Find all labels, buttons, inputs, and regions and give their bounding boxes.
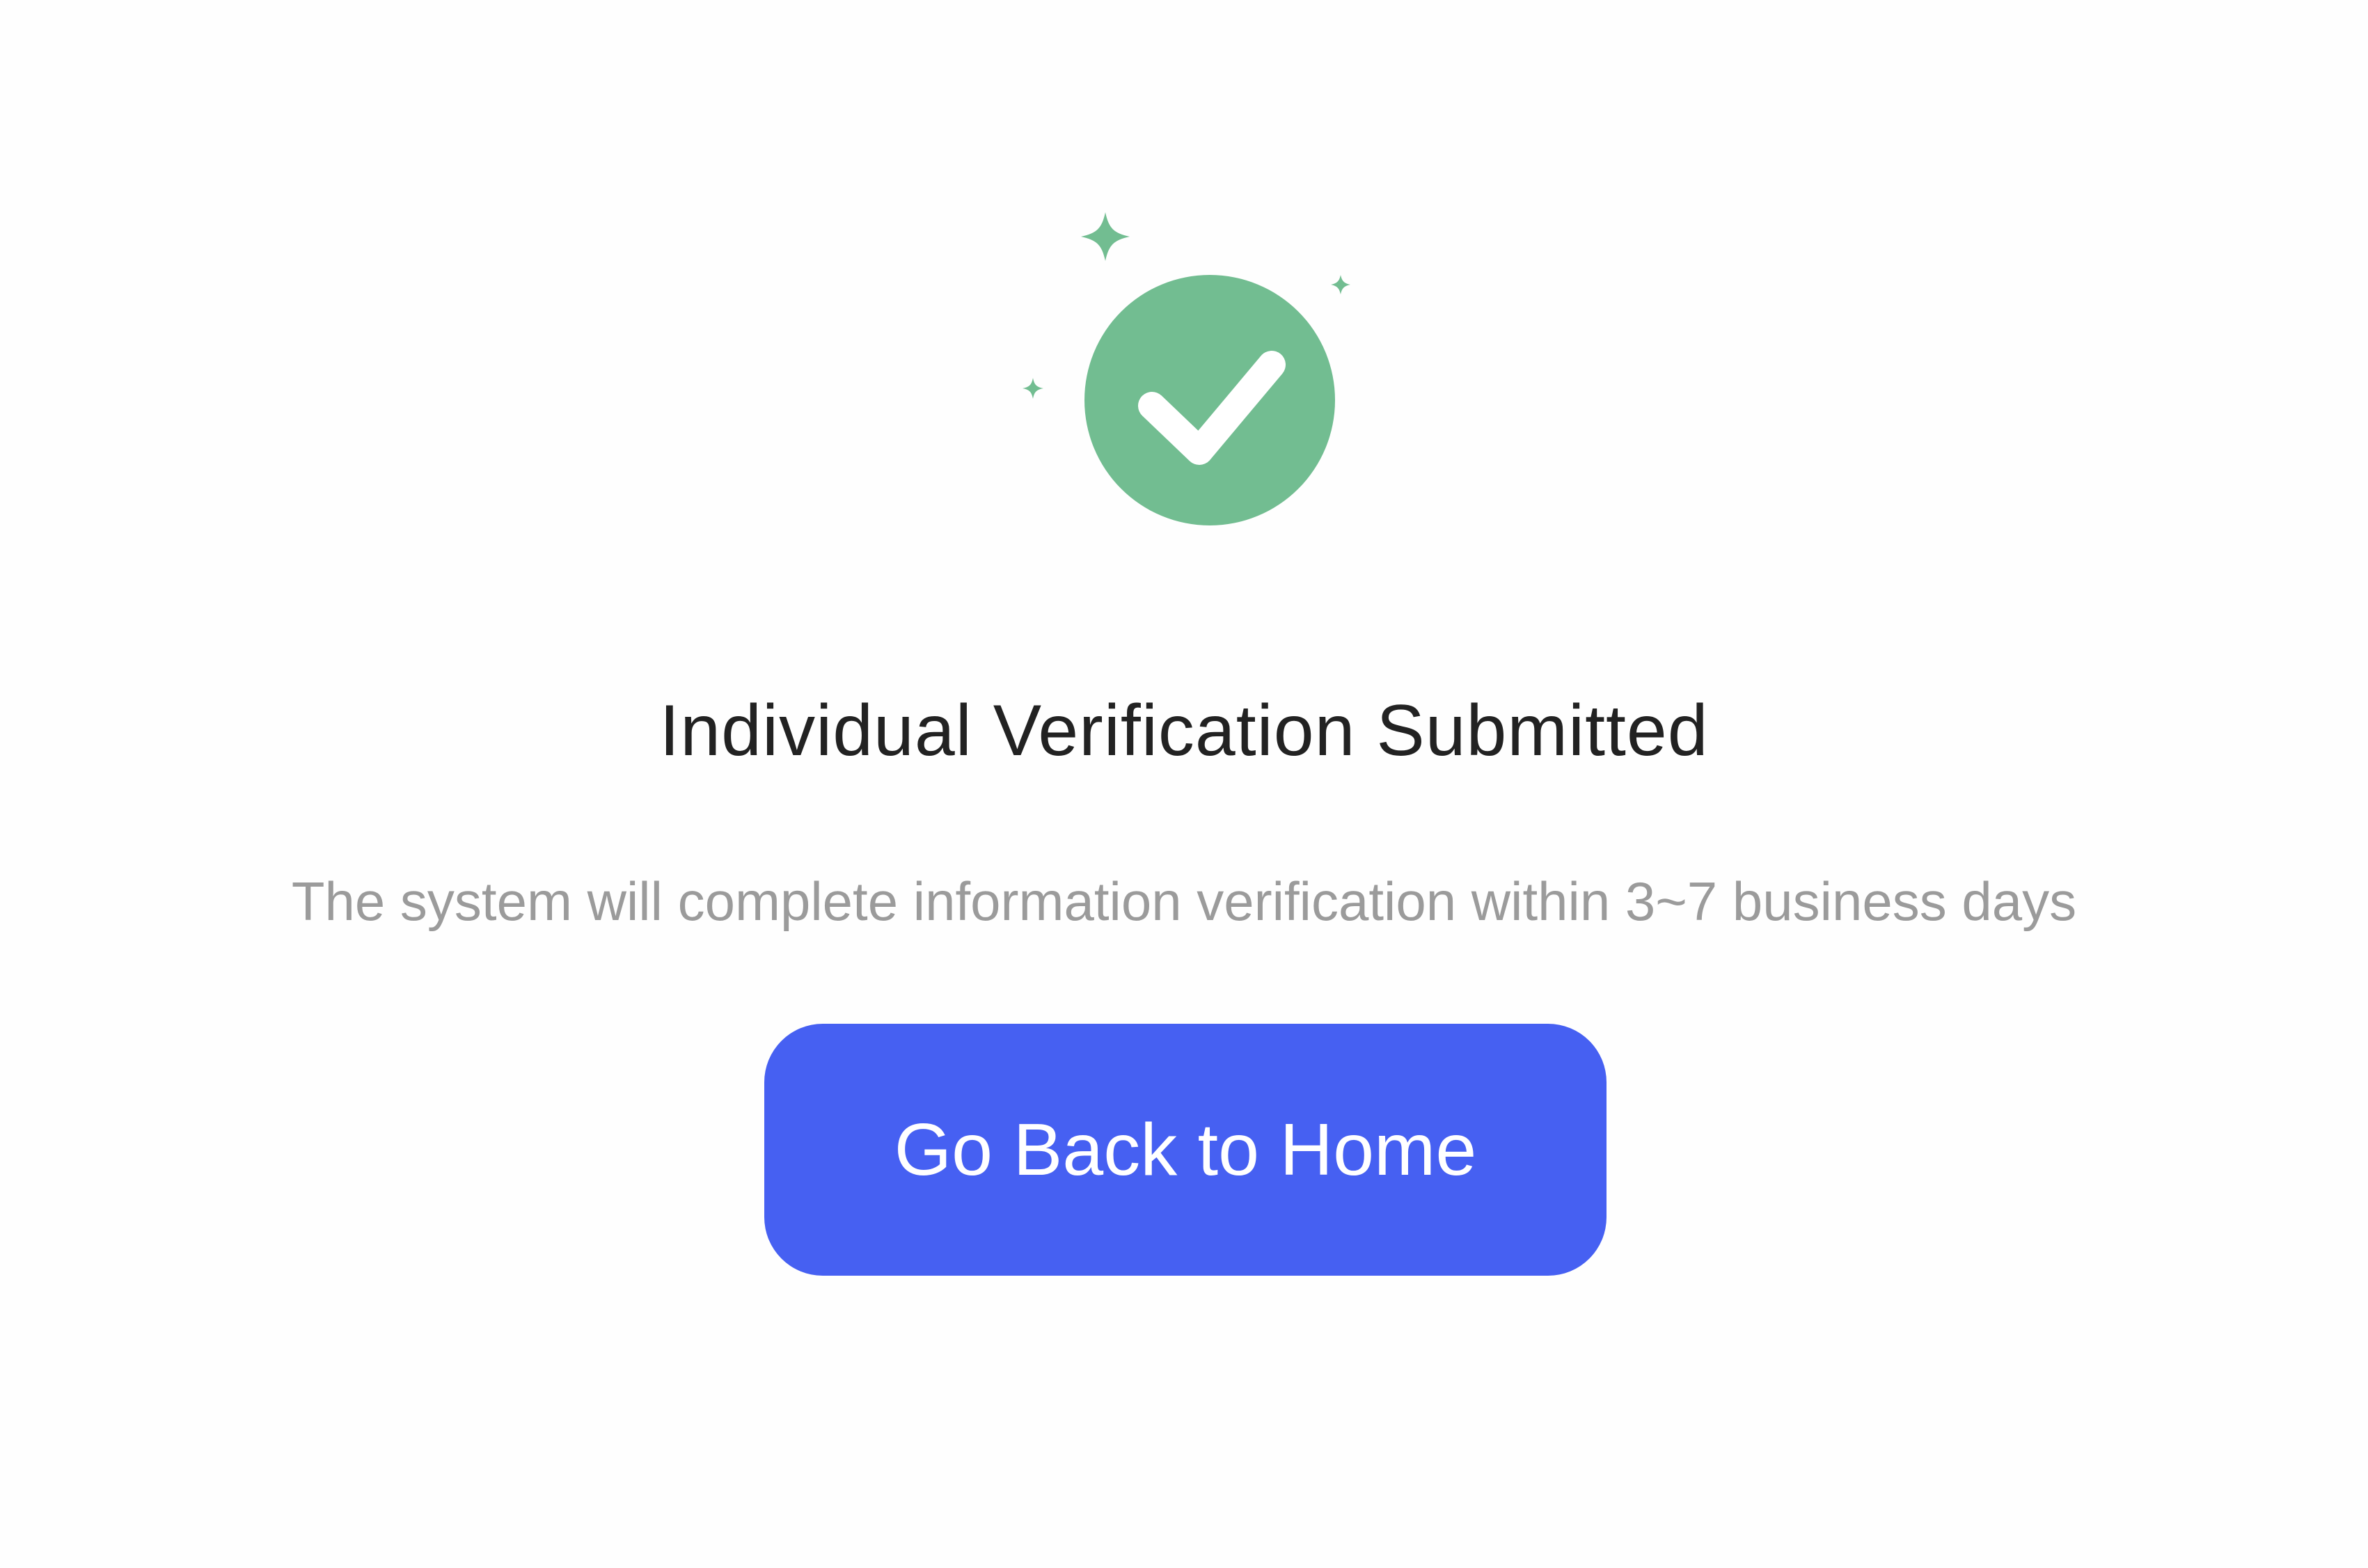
verification-notice: The system will complete information ver… [291, 871, 2077, 932]
sparkle-icon [1331, 275, 1350, 294]
check-circle-icon [1084, 275, 1335, 525]
page-title: Individual Verification Submitted [659, 690, 1709, 771]
sparkle-icon [1081, 212, 1130, 261]
go-back-home-button[interactable]: Go Back to Home [764, 1024, 1607, 1276]
success-illustration [1013, 209, 1361, 543]
sparkle-icon [1023, 378, 1043, 399]
